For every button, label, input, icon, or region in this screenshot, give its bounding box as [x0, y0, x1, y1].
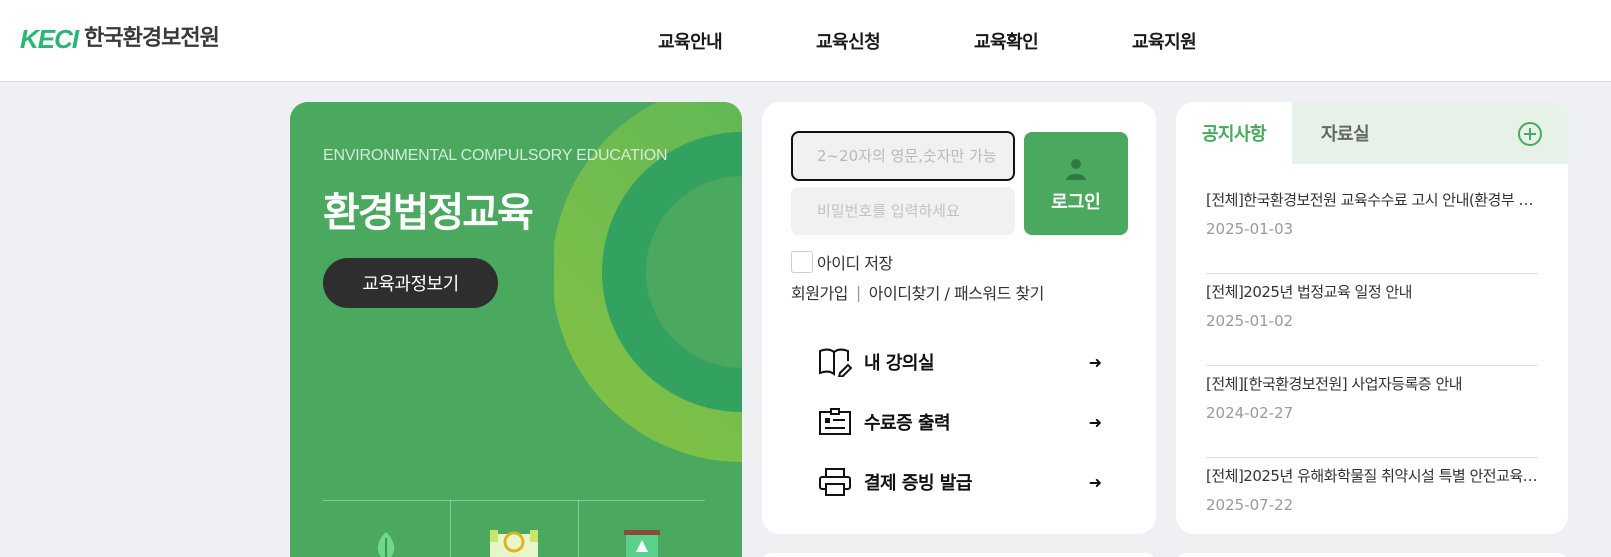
tab-resources[interactable]: 자료실: [1321, 102, 1370, 164]
nav-item-edu-guide[interactable]: 교육안내: [620, 28, 778, 54]
hero-divider-vertical: [578, 500, 579, 557]
notice-item[interactable]: [전체]한국환경보전원 교육수수료 고시 안내(환경부 고시 제2024-220…: [1206, 182, 1538, 274]
lower-card: [1176, 553, 1568, 557]
notice-date: 2025-01-03: [1206, 220, 1294, 238]
save-id-row: 아이디 저장: [791, 250, 893, 274]
notice-title: [전체]2025년 법정교육 일정 안내: [1206, 283, 1412, 301]
more-plus-icon[interactable]: [1518, 122, 1542, 146]
notice-date: 2025-07-22: [1206, 496, 1294, 514]
save-id-label[interactable]: 아이디 저장: [817, 250, 893, 274]
hero-divider-vertical: [450, 500, 451, 557]
bin-icon: [624, 530, 660, 557]
nav-item-edu-support[interactable]: 교육지원: [1094, 28, 1252, 54]
hero-divider: [323, 500, 705, 501]
notice-list: [전체]한국환경보전원 교육수수료 고시 안내(환경부 고시 제2024-220…: [1206, 182, 1538, 534]
join-link[interactable]: 회원가입: [791, 280, 848, 304]
notice-title: [전체]한국환경보전원 교육수수료 고시 안내(환경부 고시 제2024-220…: [1206, 191, 1538, 209]
notice-date: 2025-01-02: [1206, 312, 1294, 330]
notice-panel: 공지사항 자료실 [전체]한국환경보전원 교육수수료 고시 안내(환경부 고시 …: [1176, 102, 1568, 534]
notice-tabs: 공지사항 자료실: [1176, 102, 1568, 164]
payment-receipt-label: 결제 증빙 발급: [864, 473, 972, 494]
login-button[interactable]: 로그인: [1024, 132, 1128, 235]
nav-item-edu-apply[interactable]: 교육신청: [778, 28, 936, 54]
link-separator: |: [855, 282, 861, 302]
printer-icon: [819, 468, 851, 496]
recycle-bag-icon: [490, 530, 538, 557]
notice-date: 2024-02-27: [1206, 404, 1294, 422]
notice-title: [전체]2025년 유해화학물질 취약시설 특별 안전교육 안내: [1206, 467, 1538, 485]
hero-banner: ENVIRONMENTAL COMPULSORY EDUCATION 환경법정교…: [290, 102, 742, 557]
my-classroom-label: 내 강의실: [864, 353, 935, 374]
login-panel: 로그인 아이디 저장 회원가입 | 아이디찾기 / 패스워드 찾기 내 강의실 …: [762, 102, 1156, 534]
user-id-input[interactable]: [791, 131, 1015, 181]
notice-item[interactable]: [전체][한국환경보전원] 사업자등록증 안내 2024-02-27: [1206, 366, 1538, 458]
site-header: KECI 한국환경보전원 교육안내 교육신청 교육확인 교육지원: [0, 0, 1611, 82]
hero-title: 환경법정교육: [323, 190, 534, 236]
lower-card: [762, 553, 1156, 557]
hero-decoration: [290, 102, 742, 557]
save-id-checkbox[interactable]: [791, 251, 813, 273]
view-courses-button[interactable]: 교육과정보기: [323, 258, 498, 308]
logo-mark: KECI: [20, 24, 79, 54]
password-input[interactable]: [791, 187, 1015, 235]
arrow-right-icon: ➜: [1088, 472, 1102, 492]
certificate-print-label: 수료증 출력: [864, 413, 951, 434]
notice-title: [전체][한국환경보전원] 사업자등록증 안내: [1206, 375, 1463, 393]
user-icon: [1066, 159, 1086, 180]
main-nav: 교육안내 교육신청 교육확인 교육지원: [620, 28, 1252, 54]
nav-item-edu-check[interactable]: 교육확인: [936, 28, 1094, 54]
account-links: 회원가입 | 아이디찾기 / 패스워드 찾기: [791, 280, 1044, 304]
certificate-print-link[interactable]: 수료증 출력 ➜: [818, 402, 1102, 442]
tab-notice[interactable]: 공지사항: [1176, 102, 1292, 164]
notice-item[interactable]: [전체]2025년 유해화학물질 취약시설 특별 안전교육 안내 2025-07…: [1206, 458, 1538, 534]
logo-text: 한국환경보전원: [84, 26, 220, 51]
login-button-label: 로그인: [1051, 192, 1101, 213]
arrow-right-icon: ➜: [1088, 352, 1102, 372]
site-logo[interactable]: KECI 한국환경보전원: [20, 24, 220, 54]
arrow-right-icon: ➜: [1088, 412, 1102, 432]
payment-receipt-link[interactable]: 결제 증빙 발급 ➜: [818, 462, 1102, 502]
certificate-icon: [819, 408, 851, 435]
my-classroom-link[interactable]: 내 강의실 ➜: [818, 342, 1102, 382]
notice-item[interactable]: [전체]2025년 법정교육 일정 안내 2025-01-02: [1206, 274, 1538, 366]
leaf-icon: [377, 532, 395, 557]
find-account-link[interactable]: 아이디찾기 / 패스워드 찾기: [869, 280, 1045, 304]
hero-eyebrow: ENVIRONMENTAL COMPULSORY EDUCATION: [323, 147, 668, 164]
book-icon: [819, 348, 852, 377]
